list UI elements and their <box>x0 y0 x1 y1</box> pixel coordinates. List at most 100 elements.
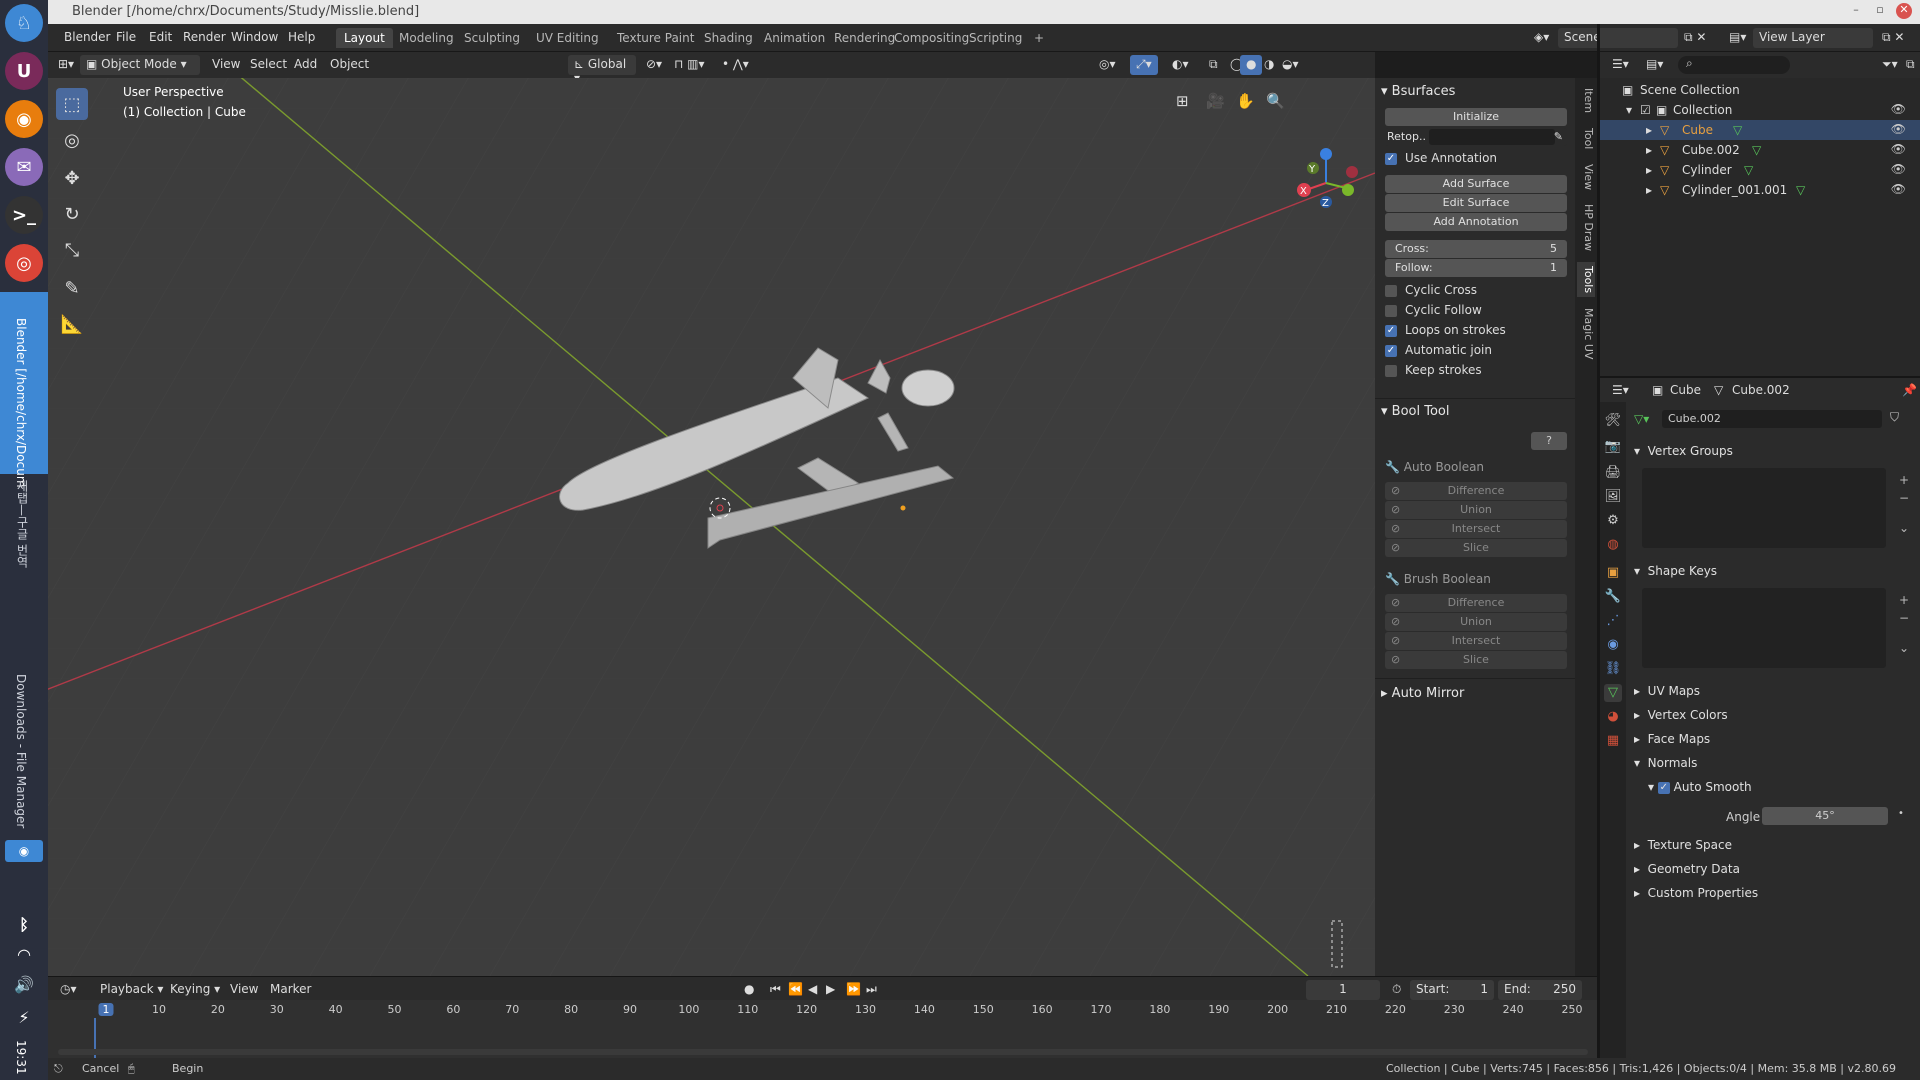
expand-arrow-icon[interactable]: ▸ <box>1646 183 1652 197</box>
scene-new-icon[interactable]: ⧉ ✕ <box>1678 28 1712 48</box>
tab-tool[interactable]: Tool <box>1577 124 1595 153</box>
view-layer-properties-icon[interactable]: 🖼 <box>1604 488 1622 506</box>
menu-view[interactable]: View <box>206 55 246 75</box>
mesh-data-icon[interactable]: ▽ <box>1733 123 1742 137</box>
physics-properties-icon[interactable]: ◉ <box>1604 636 1622 654</box>
custom-properties-header[interactable]: ▸ Custom Properties <box>1634 886 1758 900</box>
pin-icon[interactable]: 📌 <box>1896 381 1920 401</box>
shape-keys-list[interactable] <box>1642 588 1886 668</box>
menu-render[interactable]: Render <box>183 30 226 44</box>
expand-arrow-icon[interactable]: ▸ <box>1646 123 1652 137</box>
brush-difference-button[interactable]: ⊘ Difference <box>1385 594 1567 612</box>
shape-key-menu-icon[interactable]: ⌄ <box>1896 640 1912 656</box>
mail-icon[interactable]: ✉ <box>5 148 43 186</box>
tab-magic-uv[interactable]: Magic UV <box>1577 304 1595 363</box>
scale-tool[interactable]: ⤡ <box>56 234 88 266</box>
outliner-row-cube002[interactable]: ▸ ▽ Cube.002 ▽ 👁 <box>1600 140 1920 160</box>
booltool-panel-header[interactable]: ▾ Bool Tool <box>1381 404 1569 426</box>
mesh-name-input[interactable]: Cube.002 <box>1662 410 1882 428</box>
auto-smooth-checkbox[interactable]: ▾ ✓ Auto Smooth <box>1648 780 1752 794</box>
rendered-shading-icon[interactable]: ◒▾ <box>1276 55 1305 75</box>
angle-field[interactable]: 45° <box>1762 807 1888 825</box>
outliner-row-collection[interactable]: ▾ ☑ ▣ Collection 👁 <box>1600 100 1920 120</box>
keyframe-dot-icon[interactable]: • <box>1898 808 1904 819</box>
display-mode-icon[interactable]: ▤▾ <box>1640 55 1669 75</box>
output-properties-icon[interactable]: 🖨 <box>1604 464 1622 482</box>
add-vertex-group-icon[interactable]: + <box>1896 472 1912 488</box>
tab-modeling[interactable]: Modeling <box>391 28 462 48</box>
initialize-button[interactable]: Initialize <box>1385 108 1567 126</box>
new-collection-icon[interactable]: ⧉ <box>1900 55 1920 75</box>
toggle-camera-icon[interactable]: ⊞ <box>1176 92 1189 110</box>
taskbar-blender-item[interactable]: Blender [/home/chrx/Docum <box>14 318 28 488</box>
terminal-icon[interactable]: >_ <box>5 196 43 234</box>
blender-taskbar-icon[interactable]: ◉ <box>5 840 43 862</box>
timeline-editor-type-icon[interactable]: ◷▾ <box>54 980 83 1000</box>
menu-select[interactable]: Select <box>244 55 293 75</box>
retop-object-input[interactable] <box>1429 129 1555 145</box>
modifier-properties-icon[interactable]: 🔧 <box>1604 588 1622 606</box>
mesh-data-icon[interactable]: ▽▾ <box>1634 412 1649 426</box>
taskbar-file-manager-item[interactable]: Downloads - File Manager <box>14 674 28 828</box>
menu-window[interactable]: Window <box>231 30 278 44</box>
select-box-tool[interactable]: ⬚ <box>56 88 88 120</box>
expand-arrow-icon[interactable]: ▸ <box>1646 143 1652 157</box>
vertex-groups-list[interactable] <box>1642 468 1886 548</box>
jump-end-icon[interactable]: ⏭ <box>860 980 883 1000</box>
view-layer-new-icon[interactable]: ⧉ ✕ <box>1876 28 1910 48</box>
automatic-join-checkbox[interactable]: ✓ Automatic join <box>1385 342 1492 360</box>
move-tool[interactable]: ✥ <box>56 162 88 194</box>
menu-keying[interactable]: Keying ▾ <box>164 980 226 1000</box>
menu-marker[interactable]: Marker <box>264 980 317 1000</box>
view-layer-icon[interactable]: ▤▾ <box>1723 28 1752 48</box>
stopwatch-icon[interactable]: ⏱ <box>1386 980 1407 1000</box>
object-properties-icon[interactable]: ▣ <box>1604 564 1622 582</box>
keep-strokes-checkbox[interactable]: Keep strokes <box>1385 362 1482 380</box>
proportional-edit-icon[interactable]: • ⋀▾ <box>716 55 755 75</box>
eye-icon[interactable]: 👁 <box>1891 182 1906 196</box>
battery-icon[interactable]: ⚡ <box>5 998 43 1036</box>
scene-properties-icon[interactable]: ⚙ <box>1604 512 1622 530</box>
pan-view-icon[interactable]: ✋ <box>1236 92 1255 110</box>
vertex-colors-header[interactable]: ▸ Vertex Colors <box>1634 708 1728 722</box>
gizmo-toggle-icon[interactable]: ⤢▾ <box>1130 55 1158 75</box>
blender-dock-icon[interactable]: ◉ <box>5 100 43 138</box>
cursor-tool[interactable]: ◎ <box>56 124 88 156</box>
tab-uv-editing[interactable]: UV Editing <box>528 28 607 48</box>
editor-type-icon[interactable]: ⊞▾ <box>52 55 80 75</box>
constraints-properties-icon[interactable]: ⛓ <box>1604 660 1622 678</box>
auto-difference-button[interactable]: ⊘ Difference <box>1385 482 1567 500</box>
tab-item[interactable]: Item <box>1577 84 1595 117</box>
object-mode-selector[interactable]: ▣ Object Mode ▾ <box>80 55 200 75</box>
close-icon[interactable]: ✕ <box>1896 3 1912 19</box>
world-properties-icon[interactable]: ◍ <box>1604 536 1622 554</box>
booltool-help-button[interactable]: ? <box>1531 432 1567 450</box>
collection-checkbox-icon[interactable]: ☑ <box>1640 103 1651 117</box>
face-maps-header[interactable]: ▸ Face Maps <box>1634 732 1710 746</box>
eye-icon[interactable]: 👁 <box>1891 142 1906 156</box>
tab-sculpting[interactable]: Sculpting <box>456 28 528 48</box>
normals-header[interactable]: ▾ Normals <box>1634 756 1697 770</box>
add-workspace-button[interactable]: + <box>1026 28 1052 48</box>
cross-field[interactable]: Cross: 5 <box>1385 240 1567 258</box>
menu-file[interactable]: File <box>116 30 136 44</box>
overlays-icon[interactable]: ◐▾ <box>1166 55 1195 75</box>
eye-icon[interactable]: 👁 <box>1891 122 1906 136</box>
shape-keys-header[interactable]: ▾ Shape Keys <box>1634 564 1717 578</box>
eye-icon[interactable]: 👁 <box>1891 162 1906 176</box>
outliner-row-cylinder001001[interactable]: ▸ ▽ Cylinder_001.001 ▽ 👁 <box>1600 180 1920 200</box>
auto-intersect-button[interactable]: ⊘ Intersect <box>1385 520 1567 538</box>
breadcrumb-mesh[interactable]: Cube.002 <box>1726 381 1796 401</box>
end-frame-field[interactable]: End: 250 <box>1498 980 1582 1000</box>
menu-edit[interactable]: Edit <box>149 30 172 44</box>
start-frame-field[interactable]: Start: 1 <box>1410 980 1494 1000</box>
tab-layout[interactable]: Layout <box>336 28 393 48</box>
outliner-search-input[interactable]: ⌕ <box>1678 56 1790 74</box>
snap-icon[interactable]: ⊓ ▥▾ <box>668 55 711 75</box>
remove-vertex-group-icon[interactable]: − <box>1896 490 1912 506</box>
scene-selector[interactable]: Scene <box>1558 28 1678 48</box>
pivot-icon[interactable]: ⊘▾ <box>640 55 668 75</box>
tool-properties-icon[interactable]: 🛠 <box>1604 412 1622 430</box>
menu-timeline-view[interactable]: View <box>224 980 264 1000</box>
timeline-scrollbar[interactable] <box>58 1049 1588 1055</box>
